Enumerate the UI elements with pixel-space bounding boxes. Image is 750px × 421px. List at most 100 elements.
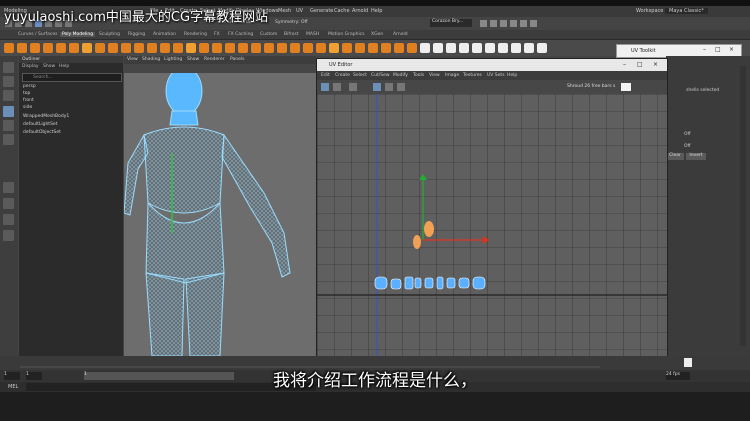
prism-icon[interactable] — [121, 43, 131, 53]
platonic-icon[interactable] — [95, 43, 105, 53]
uv-menu-tools[interactable]: Tools — [413, 73, 424, 78]
tab-rendering[interactable]: Rendering — [184, 32, 207, 37]
append-icon[interactable] — [303, 43, 313, 53]
tab-poly-modeling[interactable]: Poly Modeling — [60, 32, 96, 37]
tab-xgen[interactable]: XGen — [371, 32, 383, 37]
viewport-menu-lighting[interactable]: Lighting — [164, 57, 182, 62]
cube-icon[interactable] — [17, 43, 27, 53]
outliner-menu-help[interactable]: Help — [59, 64, 69, 69]
viewport-menu-view[interactable]: View — [127, 57, 138, 62]
distribute-uv-icon[interactable] — [537, 43, 547, 53]
tab-rigging[interactable]: Rigging — [128, 32, 145, 37]
option-off-1[interactable]: Off — [684, 132, 691, 137]
outliner-item-default-light-set[interactable]: defaultLightSet — [23, 122, 57, 128]
tab-curves-surfaces[interactable]: Curves / Surfaces — [18, 32, 58, 37]
uv-close-icon[interactable]: × — [653, 61, 658, 68]
uv-tool-icon-5[interactable] — [385, 83, 393, 91]
sculpt-icon[interactable] — [381, 43, 391, 53]
menu-item-generate[interactable]: Generate — [310, 8, 333, 14]
tab-fx[interactable]: FX — [214, 32, 220, 37]
clear-button[interactable]: Clear — [666, 153, 684, 160]
invert-button[interactable]: Invert — [686, 153, 706, 160]
cylinder-icon[interactable] — [30, 43, 40, 53]
bridge-icon[interactable] — [277, 43, 287, 53]
unfold-icon[interactable] — [459, 43, 469, 53]
cone-icon[interactable] — [43, 43, 53, 53]
uv-tool-icon-2[interactable] — [333, 83, 341, 91]
layout-uv-icon[interactable] — [472, 43, 482, 53]
uv-menu-textures[interactable]: Textures — [463, 73, 482, 78]
orient-uv-icon[interactable] — [498, 43, 508, 53]
menu-item-help[interactable]: Help — [371, 8, 382, 14]
tab-custom[interactable]: Custom — [260, 32, 277, 37]
four-view-icon[interactable] — [3, 198, 14, 209]
uv-grid-canvas[interactable] — [317, 94, 667, 389]
outliner-search-input[interactable]: Search... — [22, 73, 122, 82]
option-off-2[interactable]: Off — [684, 144, 691, 149]
viewport-menu-renderer[interactable]: Renderer — [204, 57, 225, 62]
uv-menu-image[interactable]: Image — [445, 73, 459, 78]
uv-menu-modify[interactable]: Modify — [393, 73, 408, 78]
menu-item-cache[interactable]: Cache — [334, 8, 350, 14]
stack-uv-icon[interactable] — [524, 43, 534, 53]
tab-sculpting[interactable]: Sculpting — [99, 32, 120, 37]
outliner-item-persp[interactable]: persp — [23, 84, 36, 90]
planar-uv-icon[interactable] — [394, 43, 404, 53]
minimize-icon[interactable]: – — [703, 46, 706, 53]
boolean-icon[interactable] — [225, 43, 235, 53]
outliner-item-front[interactable]: front — [23, 98, 34, 104]
separate-icon[interactable] — [199, 43, 209, 53]
uv-menu-edit[interactable]: Edit — [321, 73, 330, 78]
menu-item-arnold[interactable]: Arnold — [352, 8, 368, 14]
user-account-field[interactable]: Corazon Bry... — [430, 19, 472, 27]
edge-loop-icon[interactable] — [355, 43, 365, 53]
sphere-icon[interactable] — [4, 43, 14, 53]
outliner-menu-show[interactable]: Show — [43, 64, 55, 69]
uv-tool-icon-6[interactable] — [397, 83, 405, 91]
uv-minimize-icon[interactable]: – — [623, 61, 626, 68]
menu-item-uv[interactable]: UV — [296, 8, 303, 14]
scale-tool-icon[interactable] — [3, 134, 14, 145]
pyramid-icon[interactable] — [108, 43, 118, 53]
combine-icon[interactable] — [186, 43, 196, 53]
outliner-item-default-object-set[interactable]: defaultObjectSet — [23, 130, 61, 136]
layout-icon[interactable] — [3, 230, 14, 241]
close-icon[interactable]: × — [729, 46, 734, 53]
plane-icon[interactable] — [69, 43, 79, 53]
single-view-icon[interactable] — [3, 182, 14, 193]
disc-icon[interactable] — [82, 43, 92, 53]
tab-bifrost[interactable]: Bifrost — [284, 32, 299, 37]
multicut-icon[interactable] — [329, 43, 339, 53]
perspective-viewport[interactable]: View Shading Lighting Show Renderer Pane… — [124, 56, 316, 356]
fill-hole-icon[interactable] — [290, 43, 300, 53]
uv-menu-select[interactable]: Select — [353, 73, 367, 78]
viewport-menu-panels[interactable]: Panels — [230, 57, 244, 62]
uv-menu-help[interactable]: Help — [507, 73, 517, 78]
select-tool-icon[interactable] — [3, 62, 14, 73]
lasso-tool-icon[interactable] — [3, 76, 14, 87]
merge-icon[interactable] — [316, 43, 326, 53]
uv-menu-view[interactable]: View — [429, 73, 440, 78]
viewport-menu-shading[interactable]: Shading — [142, 57, 160, 62]
straighten-uv-icon[interactable] — [485, 43, 495, 53]
outliner-item-top[interactable]: top — [23, 91, 30, 97]
uv-tool-icon-4[interactable] — [373, 83, 381, 91]
mirror-icon[interactable] — [238, 43, 248, 53]
quad-draw-icon[interactable] — [368, 43, 378, 53]
uv-menu-cutsew[interactable]: Cut/Sew — [371, 73, 390, 78]
target-weld-icon[interactable] — [342, 43, 352, 53]
uv-tool-icon-3[interactable] — [349, 83, 357, 91]
tab-mash[interactable]: MASH — [306, 32, 319, 37]
rotate-tool-icon[interactable] — [3, 120, 14, 131]
menu-item-mesh[interactable]: Mesh — [278, 8, 291, 14]
smooth-icon[interactable] — [212, 43, 222, 53]
normalize-uv-icon[interactable] — [511, 43, 521, 53]
uv-menu-create[interactable]: Create — [335, 73, 350, 78]
outliner-menu-display[interactable]: Display — [22, 64, 39, 69]
uv-maximize-icon[interactable]: □ — [637, 61, 643, 68]
torus-icon[interactable] — [56, 43, 66, 53]
sew-uv-icon[interactable] — [446, 43, 456, 53]
tab-arnold[interactable]: Arnold — [393, 32, 408, 37]
uv-tool-icon-1[interactable] — [321, 83, 329, 91]
outliner-item-wrappedmeshbody[interactable]: WrappedMeshBody1 — [23, 114, 69, 120]
